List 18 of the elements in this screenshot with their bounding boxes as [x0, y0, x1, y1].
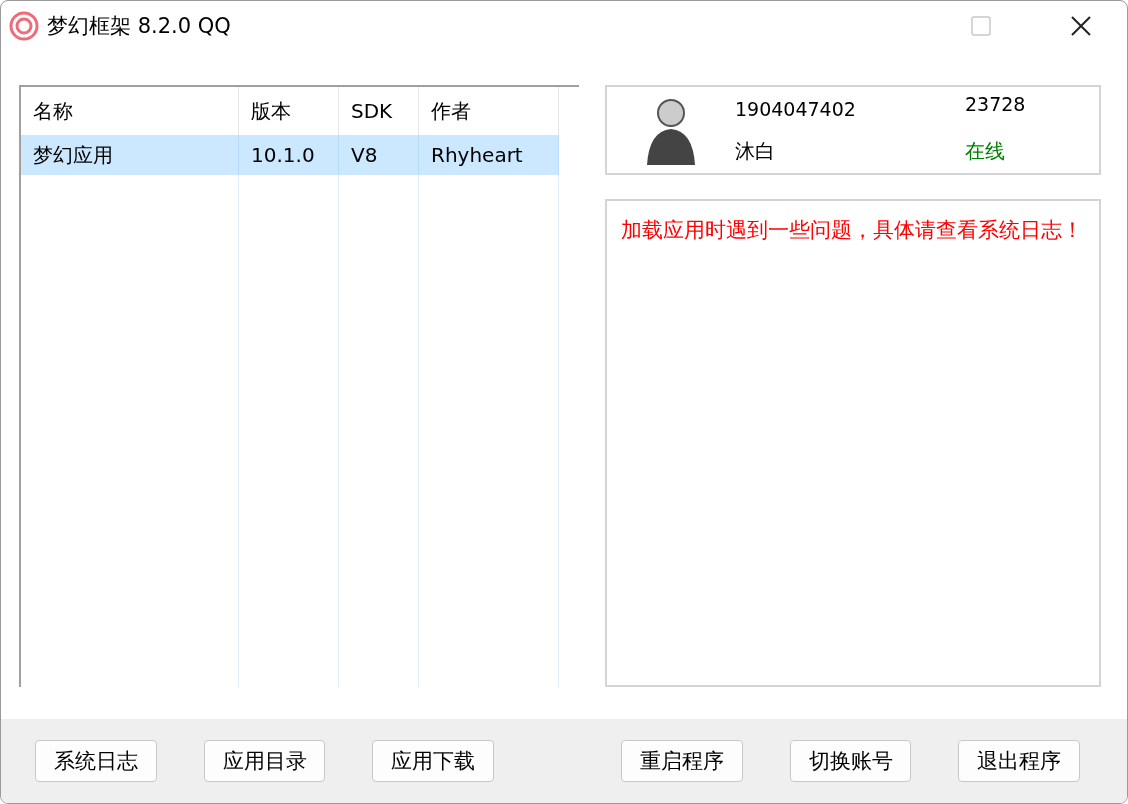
- nickname: 沐白: [735, 138, 776, 165]
- action-button[interactable]: 退出程序: [958, 740, 1081, 782]
- action-button[interactable]: 切换账号: [789, 740, 912, 782]
- table-cell[interactable]: 梦幻应用: [21, 135, 239, 175]
- table-cell[interactable]: Rhyheart: [419, 135, 559, 175]
- app-logo-icon: [9, 11, 39, 41]
- close-icon[interactable]: [1070, 15, 1092, 37]
- action-button[interactable]: 应用下载: [372, 740, 494, 782]
- online-status: 在线: [965, 138, 1006, 165]
- account-count: 23728: [965, 93, 1027, 115]
- action-button[interactable]: 应用目录: [203, 740, 326, 782]
- table-cell[interactable]: V8: [339, 135, 419, 175]
- table-cell[interactable]: 10.1.0: [239, 135, 339, 175]
- window-title: 梦幻框架 8.2.0 QQ: [47, 13, 232, 40]
- error-message: 加载应用时遇到一些问题，具体请查看系统日志！: [621, 217, 1084, 244]
- qq-number: 1904047402: [735, 97, 857, 120]
- action-button[interactable]: 系统日志: [35, 740, 157, 782]
- action-button[interactable]: 重启程序: [621, 740, 743, 782]
